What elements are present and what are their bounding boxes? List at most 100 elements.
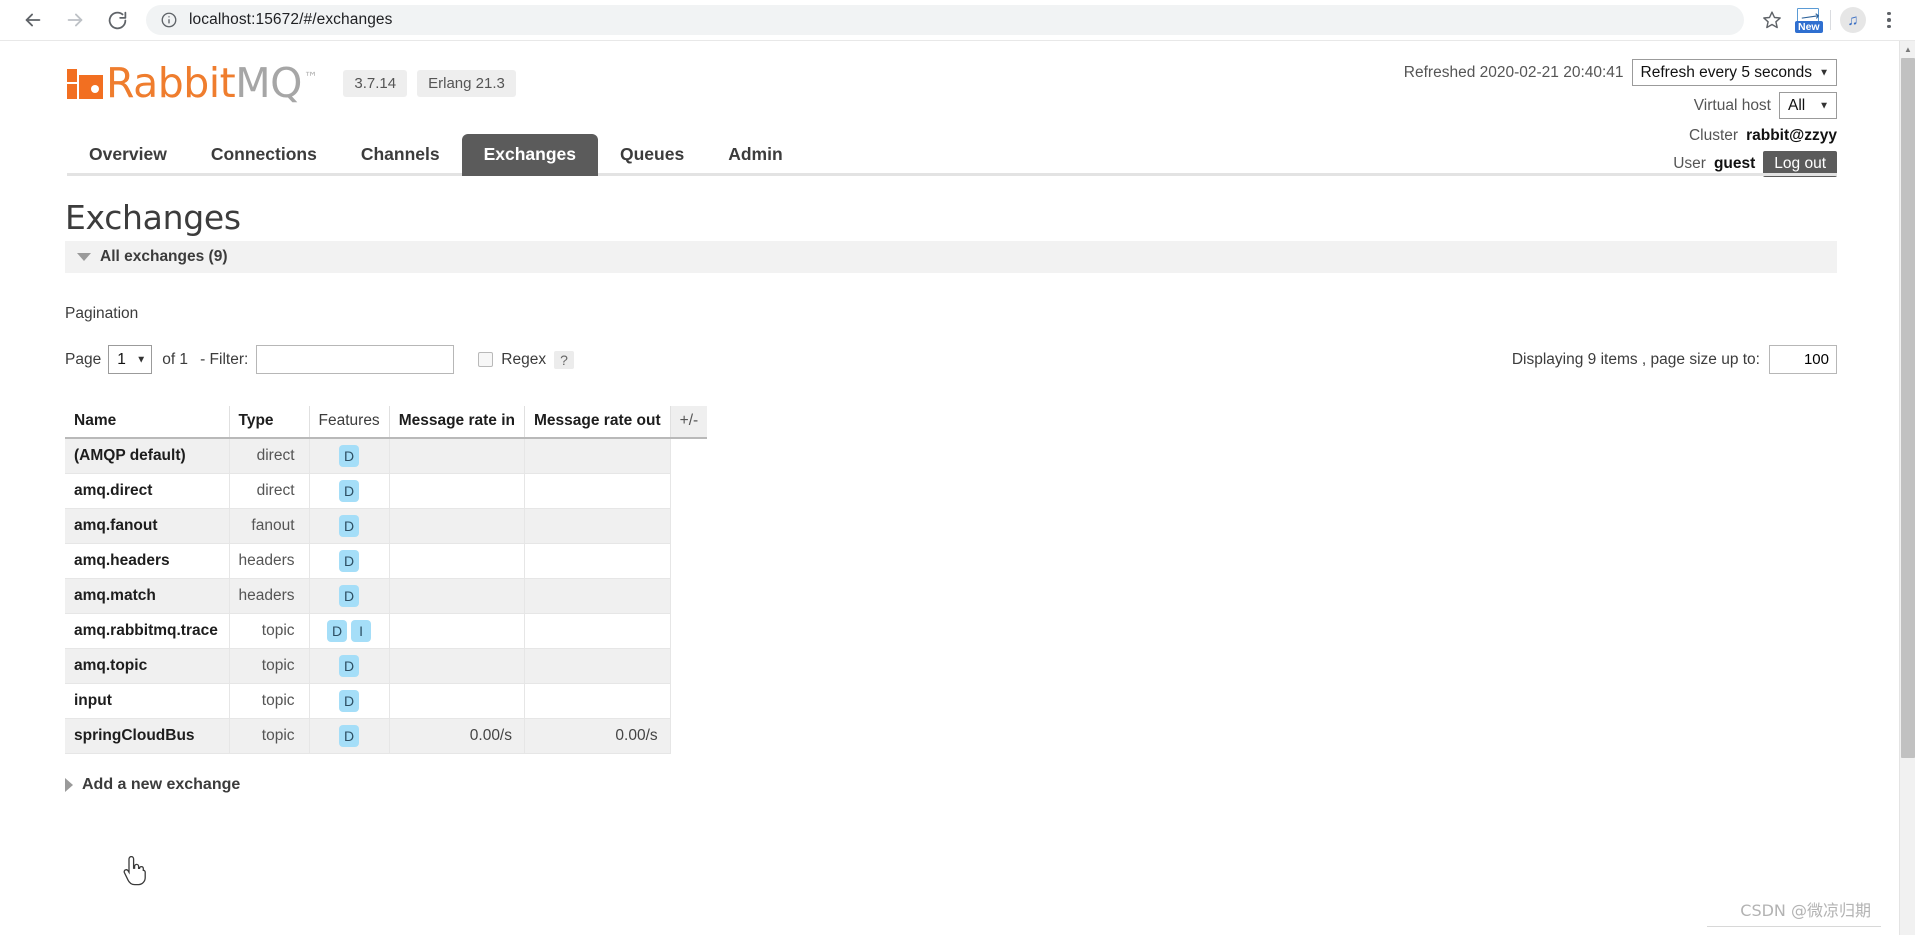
scroll-up-arrow-icon[interactable]: ▲ xyxy=(1900,41,1915,58)
address-bar[interactable]: localhost:15672/#/exchanges xyxy=(146,5,1744,35)
version-badge: 3.7.14 xyxy=(343,70,408,97)
feature-badge[interactable]: D xyxy=(339,480,360,502)
rabbitmq-header: RabbitMQ ™ 3.7.14 Erlang 21.3 Refreshed 2… xyxy=(22,41,1877,177)
feature-badge[interactable]: I xyxy=(351,620,372,642)
cluster-row: Cluster rabbit@zzyy xyxy=(1404,125,1837,147)
cell-message-rate-out xyxy=(524,648,671,684)
logo-rabbit-text: Rabbit xyxy=(106,59,236,107)
refresh-interval-select[interactable]: Refresh every 5 seconds ▼ xyxy=(1631,59,1837,86)
feature-badge[interactable]: D xyxy=(339,690,360,712)
all-exchanges-label: All exchanges (9) xyxy=(100,248,228,265)
cell-features: D xyxy=(309,473,390,509)
toolbar-divider xyxy=(1830,10,1831,30)
feature-badge[interactable]: D xyxy=(339,445,360,467)
user-label: User xyxy=(1673,155,1706,172)
cell-spacer xyxy=(670,473,708,509)
cluster-label: Cluster xyxy=(1688,127,1739,144)
pagination-label: Pagination xyxy=(65,305,139,322)
scrollbar-thumb[interactable] xyxy=(1901,58,1915,758)
page-scrollbar[interactable]: ▲ xyxy=(1899,41,1915,935)
virtual-host-select[interactable]: All ▼ xyxy=(1779,92,1837,119)
cell-exchange-type: headers xyxy=(229,543,310,579)
table-row: (AMQP default) direct D xyxy=(65,438,708,474)
exchange-name-link[interactable]: springCloudBus xyxy=(74,727,195,744)
cell-features: D xyxy=(309,578,390,614)
cell-spacer xyxy=(670,543,708,579)
displaying-items-text: Displaying 9 items , page size up to: xyxy=(1511,350,1760,368)
cell-exchange-type: topic xyxy=(229,683,310,719)
add-exchange-section[interactable]: Add a new exchange xyxy=(65,776,1837,794)
column-header-name[interactable]: Name xyxy=(65,406,230,439)
page-title: Exchanges xyxy=(65,198,241,237)
pagination-controls: Page 1 ▼ of 1 - Filter: Regex ? Displayi… xyxy=(65,345,1837,374)
table-row: springCloudBus topic D 0.00/s 0.00/s xyxy=(65,718,708,754)
mouse-cursor-pointer xyxy=(122,855,148,886)
page-select[interactable]: 1 ▼ xyxy=(108,345,153,374)
page-label: Page xyxy=(65,350,102,368)
reload-icon[interactable] xyxy=(96,0,138,41)
tab-admin[interactable]: Admin xyxy=(706,134,804,176)
feature-badge[interactable]: D xyxy=(339,515,360,537)
user-value: guest xyxy=(1713,155,1756,172)
page-of-text: of 1 xyxy=(162,350,189,368)
tab-exchanges[interactable]: Exchanges xyxy=(461,134,598,176)
feature-badge[interactable]: D xyxy=(327,620,348,642)
tab-channels[interactable]: Channels xyxy=(339,134,462,176)
table-header: Name Type Features Message rate in Messa… xyxy=(65,406,708,439)
regex-label: Regex xyxy=(501,350,547,368)
kebab-menu-icon[interactable] xyxy=(1871,2,1907,38)
page-viewport: RabbitMQ ™ 3.7.14 Erlang 21.3 Refreshed 2… xyxy=(0,41,1899,935)
filter-label: - Filter: xyxy=(200,350,249,368)
chevron-down-icon: ▼ xyxy=(136,354,147,365)
feature-badge[interactable]: D xyxy=(339,550,360,572)
cell-exchange-name: amq.rabbitmq.trace xyxy=(65,613,230,649)
tab-queues[interactable]: Queues xyxy=(598,134,706,176)
page-size-input[interactable] xyxy=(1769,345,1837,374)
cell-exchange-type: topic xyxy=(229,648,310,684)
cell-exchange-name: amq.topic xyxy=(65,648,230,684)
add-exchange-label: Add a new exchange xyxy=(82,776,241,793)
version-badges: 3.7.14 Erlang 21.3 xyxy=(343,70,516,97)
feature-badge[interactable]: D xyxy=(339,585,360,607)
cell-message-rate-out: 0.00/s xyxy=(524,718,671,754)
feature-badge[interactable]: D xyxy=(339,725,360,747)
cell-features: D xyxy=(309,718,390,754)
info-circle-icon[interactable] xyxy=(160,11,178,29)
exchanges-table: Name Type Features Message rate in Messa… xyxy=(65,406,708,754)
forward-icon[interactable] xyxy=(54,0,96,41)
regex-checkbox[interactable] xyxy=(478,352,494,367)
cell-message-rate-in xyxy=(389,473,526,509)
virtual-host-value: All xyxy=(1788,96,1806,114)
help-icon[interactable]: ? xyxy=(554,350,574,369)
page-content: RabbitMQ ™ 3.7.14 Erlang 21.3 Refreshed 2… xyxy=(22,41,1877,794)
extension-new-icon[interactable]: ⟶ New xyxy=(1790,2,1826,38)
cell-exchange-name: amq.fanout xyxy=(65,508,230,544)
star-icon[interactable] xyxy=(1754,2,1790,38)
music-note-icon[interactable]: ♫ xyxy=(1835,2,1871,38)
tab-overview[interactable]: Overview xyxy=(67,134,189,176)
cell-message-rate-in xyxy=(389,543,526,579)
logo-mq-text: MQ xyxy=(235,59,302,107)
watermark-text: CSDN @微凉归期 xyxy=(1740,901,1871,920)
filter-input[interactable] xyxy=(256,345,455,374)
cell-exchange-name: amq.match xyxy=(65,578,230,614)
column-toggle-button[interactable]: +/- xyxy=(670,406,708,439)
column-header-message-rate-in[interactable]: Message rate in xyxy=(389,406,526,439)
cell-message-rate-in xyxy=(389,508,526,544)
main-nav: Overview Connections Channels Exchanges … xyxy=(67,134,805,176)
cell-message-rate-out xyxy=(524,613,671,649)
feature-badge[interactable]: D xyxy=(339,655,360,677)
cell-message-rate-out xyxy=(524,543,671,579)
cell-message-rate-in xyxy=(389,438,526,474)
tab-connections[interactable]: Connections xyxy=(189,134,339,176)
logo-trademark: ™ xyxy=(303,70,318,87)
column-header-type[interactable]: Type xyxy=(229,406,310,439)
triangle-right-icon xyxy=(65,778,73,792)
table-row: amq.rabbitmq.trace topic D I xyxy=(65,613,708,649)
column-header-message-rate-out[interactable]: Message rate out xyxy=(524,406,671,439)
cell-features: D xyxy=(309,438,390,474)
main-content: Exchanges All exchanges (9) Pagination P… xyxy=(22,198,1877,794)
cell-features: D xyxy=(309,508,390,544)
back-icon[interactable] xyxy=(12,0,54,41)
all-exchanges-section-header[interactable]: All exchanges (9) xyxy=(65,241,1837,273)
